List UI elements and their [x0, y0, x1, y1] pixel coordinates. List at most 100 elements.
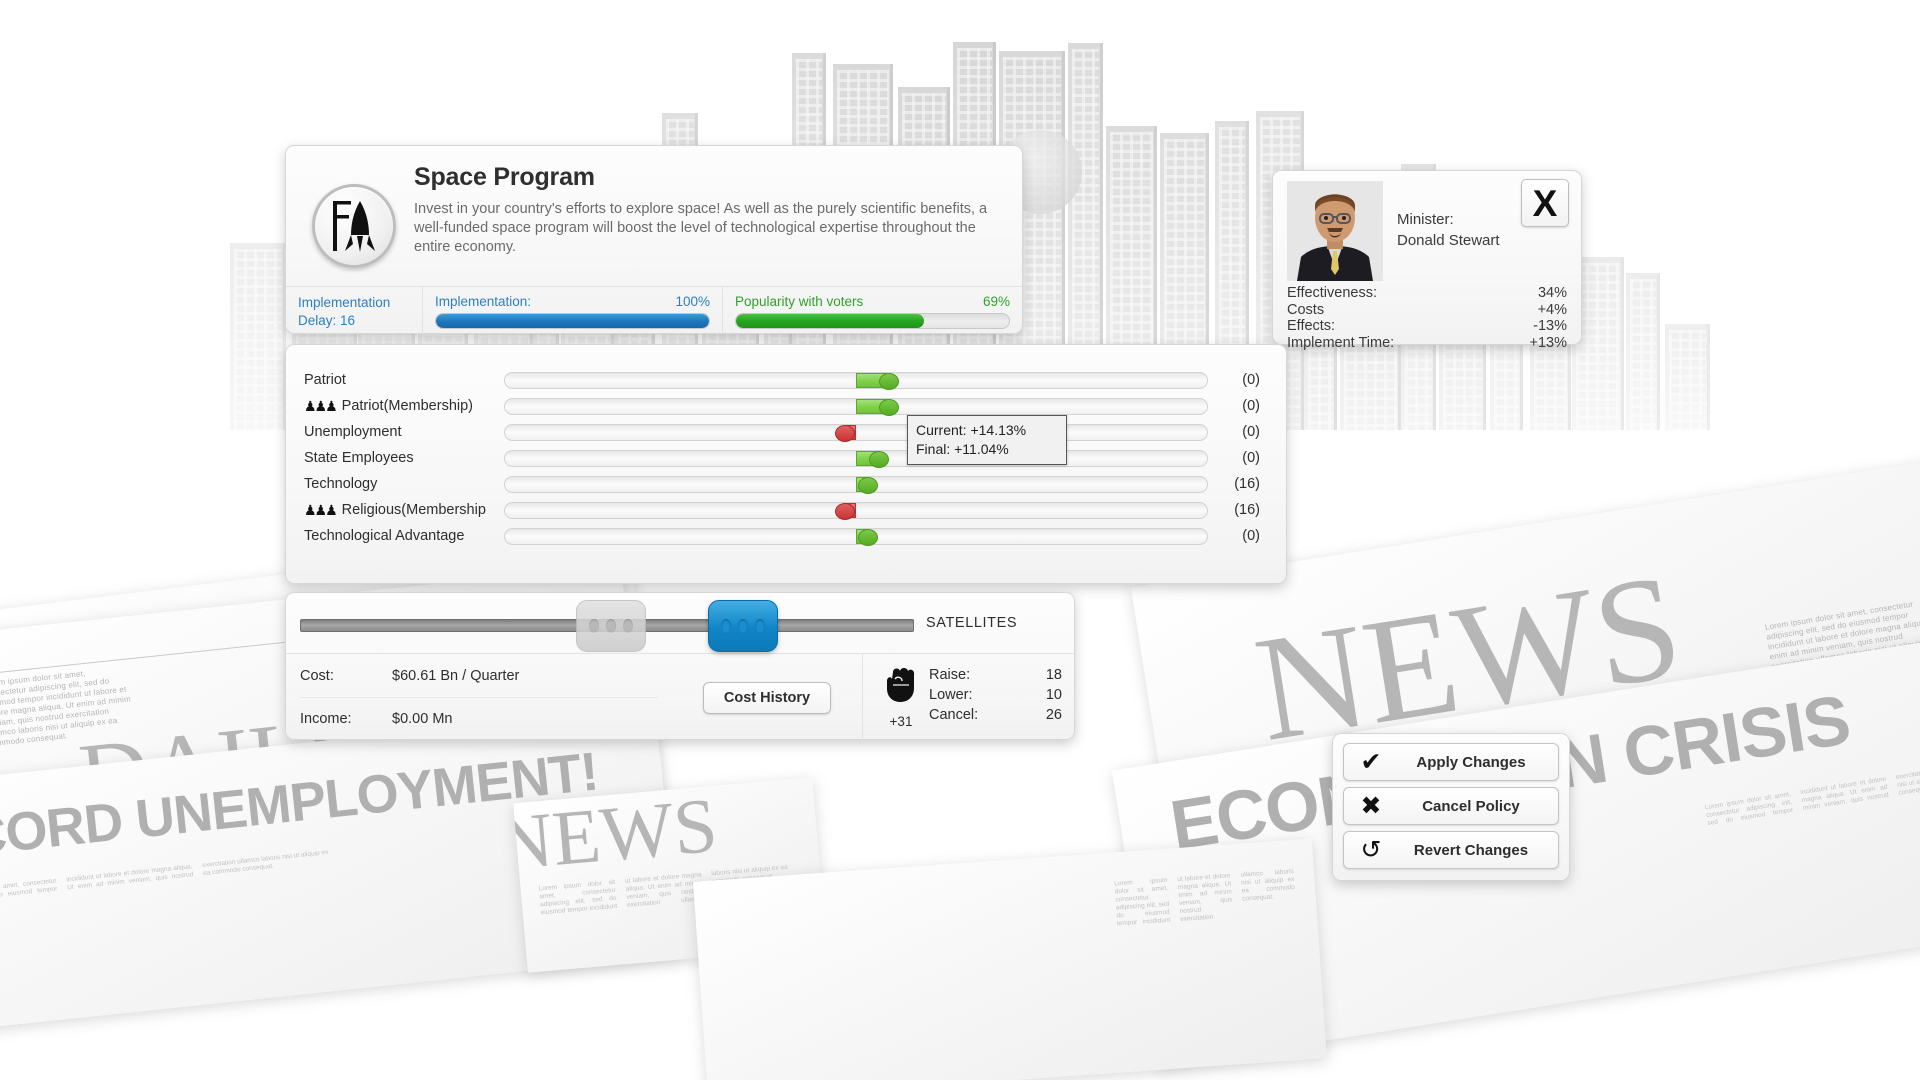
grip-dot-icon — [623, 619, 633, 633]
grip-dot-icon — [606, 619, 616, 633]
apply-changes-button[interactable]: ✔ Apply Changes — [1343, 743, 1559, 781]
implementation-delay-value: Delay: 16 — [298, 313, 356, 328]
cost-value: $60.61 Bn / Quarter — [392, 667, 520, 684]
minister-stat-row: Effectiveness: 34% — [1287, 285, 1567, 302]
fist-icon — [873, 662, 929, 712]
slider-setting-label: SATELLITES — [926, 615, 1018, 631]
effect-label-wrap: Patriot — [304, 372, 504, 388]
implementation-progress-track — [435, 313, 710, 329]
effect-label-wrap: Technological Advantage — [304, 528, 504, 544]
building — [1626, 273, 1660, 430]
implementation-progress-fill — [436, 314, 709, 328]
membership-people-icon: ♟♟♟ — [304, 501, 338, 518]
vote-value: 18 — [1045, 667, 1062, 683]
effect-value: (0) — [1242, 372, 1260, 388]
effect-marker — [856, 398, 899, 416]
effect-marker — [856, 450, 889, 468]
cost-label: Cost: — [300, 667, 334, 684]
revert-icon: ↺ — [1360, 835, 1382, 864]
implementation-value: 100% — [675, 294, 710, 309]
policy-effects-panel: Patriot (0) ♟♟♟ Patriot(Membership) (0) Unemp… — [285, 344, 1287, 584]
slider-handle-current[interactable] — [708, 600, 778, 652]
revert-changes-button[interactable]: ↺ Revert Changes — [1343, 831, 1559, 869]
action-label: Cancel Policy — [1422, 797, 1520, 815]
effect-track — [504, 423, 1208, 442]
minister-stat-label: Implement Time: — [1287, 334, 1395, 351]
newspaper-columns: Lorem ipsum dolor sit amet, consectetur … — [0, 848, 329, 906]
building — [1665, 324, 1710, 430]
minister-name: Donald Stewart — [1397, 232, 1500, 249]
page-title: Space Program — [414, 163, 595, 191]
vote-row: Lower: 10 — [929, 685, 1062, 705]
minister-stat-row: Costs +4% — [1287, 302, 1567, 319]
close-icon[interactable]: X — [1521, 179, 1569, 227]
newspaper-right-lower: Lorem ipsum dolor sit amet, consectetur … — [693, 838, 1327, 1080]
effect-marker — [856, 372, 899, 390]
minister-stat-label: Costs — [1287, 301, 1325, 318]
minister-stat-value: +13% — [1529, 334, 1568, 351]
effect-label: State Employees — [304, 450, 414, 466]
popularity-progress-track — [735, 313, 1010, 329]
rocket-icon — [312, 184, 396, 268]
popularity-cell: Popularity with voters 69% — [722, 287, 1022, 334]
effect-marker — [856, 528, 879, 546]
effect-row: State Employees (0) — [304, 445, 1260, 471]
vote-row: Cancel: 26 — [929, 705, 1062, 725]
vote-label: Cancel: — [929, 707, 979, 723]
effect-track — [504, 371, 1208, 390]
effect-label: Religious(Membership — [341, 502, 486, 518]
effect-track — [504, 475, 1208, 494]
cross-icon: ✖ — [1360, 791, 1382, 820]
effect-marker — [835, 502, 856, 520]
action-label: Apply Changes — [1416, 753, 1526, 771]
newspaper-columns-lower: Lorem ipsum dolor sit amet, consectetur … — [1114, 867, 1296, 928]
action-label: Revert Changes — [1413, 841, 1529, 859]
effect-label-wrap: State Employees — [304, 450, 504, 466]
income-value: $0.00 Mn — [392, 711, 453, 727]
effect-value: (16) — [1234, 476, 1260, 492]
avatar — [1287, 181, 1383, 281]
check-icon: ✔ — [1360, 747, 1382, 776]
effect-row: Technology (16) — [304, 471, 1260, 497]
minister-stat-label: Effects: — [1287, 318, 1336, 334]
effect-label: Unemployment — [304, 424, 402, 440]
implementation-label: Implementation: — [435, 294, 532, 309]
effect-track — [504, 397, 1208, 416]
implementation-cell: Implementation: 100% — [422, 287, 722, 334]
policy-slider[interactable]: SATELLITES — [286, 593, 1074, 653]
effect-label: Patriot — [304, 372, 346, 388]
policy-actions-panel: ✔ Apply Changes ✖ Cancel Policy ↺ Revert Chan… — [1332, 733, 1570, 881]
effect-label-wrap: ♟♟♟ Patriot(Membership) — [304, 398, 504, 415]
effect-value: (0) — [1242, 398, 1260, 414]
minister-panel: X Minister: Donald Stewart Effectiveness… — [1272, 170, 1582, 351]
grip-dot-icon — [721, 619, 731, 633]
effect-marker — [835, 424, 856, 442]
vote-value: 10 — [1045, 687, 1062, 703]
grip-dot-icon — [589, 619, 599, 633]
minister-stat-row: Implement Time: +13% — [1287, 335, 1567, 352]
effect-row: ♟♟♟ Patriot(Membership) (0) — [304, 393, 1260, 419]
vote-label: Raise: — [929, 667, 971, 683]
slider-handle-original[interactable] — [576, 600, 646, 652]
newspaper-columns-right: Lorem ipsum dolor sit amet, consectetur … — [1704, 761, 1920, 828]
income-row: Income: $0.00 Mn — [300, 697, 658, 740]
effect-value: (0) — [1242, 450, 1260, 466]
policy-slider-panel: SATELLITES Cost: $60.61 Bn / Quarter Inc… — [285, 592, 1075, 741]
implementation-delay-label: Implementation — [298, 295, 391, 310]
effect-label-wrap: Technology — [304, 476, 504, 492]
effect-label-wrap: Unemployment — [304, 424, 504, 440]
income-label: Income: — [300, 711, 352, 727]
popularity-value: 69% — [982, 294, 1010, 309]
vote-row: Raise: 18 — [929, 665, 1062, 685]
minister-stat-value: -13% — [1533, 318, 1567, 334]
effect-track — [504, 527, 1208, 546]
vote-value: 26 — [1045, 707, 1062, 723]
effect-value: (0) — [1242, 528, 1260, 544]
effect-label: Patriot(Membership) — [341, 398, 473, 414]
effect-label-wrap: ♟♟♟ Religious(Membership — [304, 502, 504, 519]
building — [230, 243, 286, 430]
cancel-policy-button[interactable]: ✖ Cancel Policy — [1343, 787, 1559, 825]
policy-description: Invest in your country's efforts to expl… — [414, 201, 988, 255]
minister-name-block: Minister: Donald Stewart — [1383, 181, 1500, 281]
cost-history-button[interactable]: Cost History — [702, 681, 832, 714]
